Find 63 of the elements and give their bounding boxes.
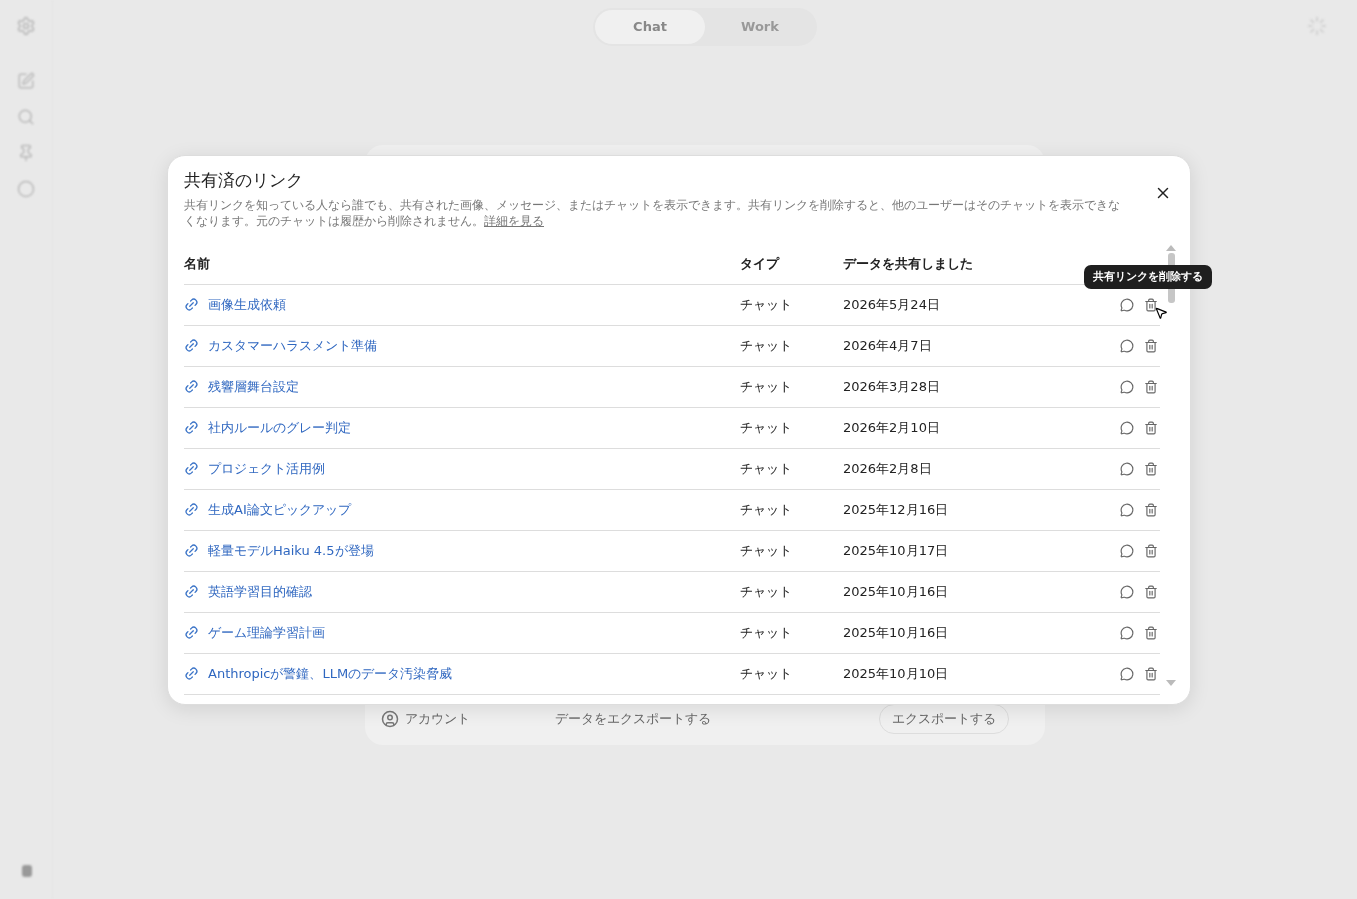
delete-icon[interactable] [1144, 338, 1158, 353]
type-cell-text: チャット [740, 623, 793, 642]
type-cell-text: チャット [740, 459, 793, 478]
column-header: データを共有しました [843, 255, 973, 274]
learn-more-link[interactable]: 詳細を見る [484, 213, 544, 228]
date-cell-text: 2025年10月16日 [843, 582, 950, 601]
type-cell-text: チャット [740, 295, 793, 314]
mode-tab[interactable]: Chat [595, 10, 705, 44]
nav-item[interactable]: アカウント [405, 709, 555, 729]
delete-icon[interactable] [1144, 502, 1158, 517]
type-cell-text: チャット [740, 418, 793, 437]
type-cell-text: チャット [740, 500, 793, 519]
delete-icon[interactable] [1144, 461, 1158, 476]
delete-icon[interactable] [1144, 297, 1158, 312]
column-header: 名前 [184, 255, 211, 274]
type-cell-text: チャット [740, 541, 793, 560]
logo-icon [16, 16, 36, 36]
chat-bubble-icon[interactable] [1120, 420, 1134, 435]
shared-link[interactable]: 画像生成依頼 [208, 294, 286, 315]
date-cell-text: 2026年3月28日 [843, 377, 941, 396]
shared-link[interactable]: カスタマーハラスメント準備 [208, 335, 377, 356]
shared-link[interactable]: 生成AI論文ピックアップ [208, 499, 351, 520]
delete-icon[interactable] [1144, 625, 1158, 640]
date-cell-text: 2025年12月16日 [843, 500, 950, 519]
date-cell-text: 2026年4月7日 [843, 336, 933, 355]
chat-bubble-icon[interactable] [1120, 297, 1134, 312]
type-cell-text: チャット [740, 664, 793, 683]
chat-bubble-icon[interactable] [1120, 379, 1134, 394]
type-cell-text: チャット [740, 582, 793, 601]
delete-icon[interactable] [1144, 543, 1158, 558]
dialog-description: 共有リンクを知っている人なら誰でも、共有された画像、メッセージ、またはチャットを表示できます。共有リンクを削除すると、他のユーザーはそのチャットを表示できなくなります。元のチャットは履歴から削除されません。詳細を見る [184, 196, 1121, 229]
tooltip: 共有リンクを削除する [1084, 264, 1212, 289]
shared-link[interactable]: プロジェクト活用例 [208, 458, 325, 479]
delete-icon[interactable] [1144, 420, 1158, 435]
row-label: データをエクスポートする [555, 710, 712, 729]
chat-bubble-icon[interactable] [1120, 338, 1134, 353]
chat-bubble-icon[interactable] [1120, 625, 1134, 640]
shared-link[interactable]: 英語学習目的確認 [208, 581, 312, 602]
chat-bubble-icon[interactable] [1120, 543, 1134, 558]
delete-icon[interactable] [1144, 584, 1158, 599]
dialog-title: 共有済のリンク [184, 169, 304, 192]
date-cell-text: 2025年10月17日 [843, 541, 950, 560]
date-cell-text: 2025年10月10日 [843, 664, 950, 683]
chat-bubble-icon[interactable] [1120, 502, 1134, 517]
chat-bubble-icon[interactable] [1120, 461, 1134, 476]
delete-icon[interactable] [1144, 666, 1158, 681]
chat-bubble-icon[interactable] [1120, 666, 1134, 681]
shared-link[interactable]: ゲーム理論学習計画 [208, 622, 325, 643]
shared-link[interactable]: 社内ルールのグレー判定 [208, 417, 351, 438]
shared-link[interactable]: Anthropicが警鐘、LLMのデータ汚染脅威 [208, 663, 453, 684]
type-cell-text: チャット [740, 336, 793, 355]
date-cell-text: 2026年2月8日 [843, 459, 933, 478]
shared-link[interactable]: 軽量モデルHaiku 4.5が登場 [208, 540, 374, 561]
cursor-icon [1154, 305, 1168, 320]
date-cell-text: 2026年5月24日 [843, 295, 941, 314]
shared-link[interactable]: 残響層舞台設定 [208, 376, 299, 397]
date-cell-text: 2026年2月10日 [843, 418, 941, 437]
delete-icon[interactable] [1144, 379, 1158, 394]
column-header: タイプ [740, 255, 781, 274]
type-cell-text: チャット [740, 377, 793, 396]
account-icon [381, 710, 399, 728]
chat-bubble-icon[interactable] [1120, 584, 1134, 599]
date-cell-text: 2025年10月16日 [843, 623, 950, 642]
